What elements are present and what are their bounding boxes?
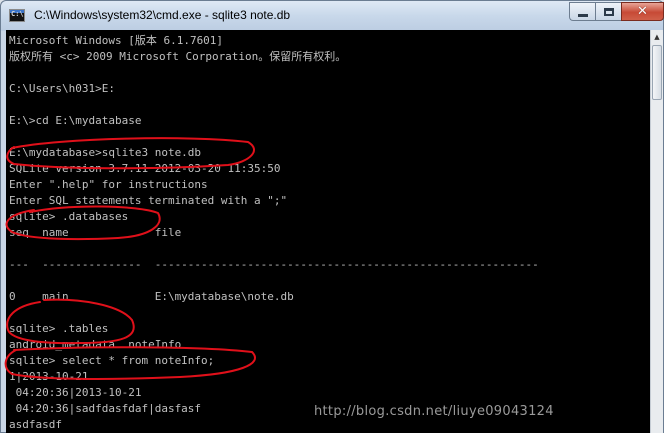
window-title: C:\Windows\system32\cmd.exe - sqlite3 no…	[34, 8, 291, 22]
watermark-text: http://blog.csdn.net/liuye09043124	[314, 404, 554, 419]
console-line: sqlite> .databases	[9, 210, 129, 223]
console-line: C:\Users\h031>E:	[9, 82, 115, 95]
console-line: android_metadata noteInfo	[9, 338, 182, 351]
console-icon-prompt: C:\	[11, 10, 24, 18]
title-bar[interactable]: C:\ C:\Windows\system32\cmd.exe - sqlite…	[1, 1, 663, 31]
scroll-up-arrow-icon[interactable]: ▲	[651, 30, 663, 44]
console-line: SQLite version 3.7.11 2012-03-20 11:35:5…	[9, 162, 281, 175]
maximize-button[interactable]	[595, 2, 621, 21]
console-line: 1|2013-10-21	[9, 370, 89, 383]
minimize-icon	[577, 13, 588, 17]
console-line: seq name file	[9, 226, 182, 239]
console-line: 0 main E:\mydatabase\note.db	[9, 290, 294, 303]
close-button[interactable]: ✕	[621, 2, 664, 21]
console-line: Enter ".help" for instructions	[9, 178, 208, 191]
console-line: sqlite> .tables	[9, 322, 109, 335]
console-line: sqlite> select * from noteInfo;	[9, 354, 215, 367]
close-icon: ✕	[637, 4, 648, 19]
console-output[interactable]: Microsoft Windows [版本 6.1.7601] 版权所有 <c> …	[6, 30, 650, 433]
console-line: 版权所有 <c> 2009 Microsoft Corporation。保留所有…	[9, 50, 347, 63]
console-line: asdfasdf	[9, 418, 62, 431]
maximize-icon	[603, 7, 614, 16]
console-line: E:\mydatabase>sqlite3 note.db	[9, 146, 202, 159]
scroll-thumb[interactable]	[652, 45, 662, 100]
console-line: Enter SQL statements terminated with a "…	[9, 194, 288, 207]
console-icon[interactable]: C:\	[9, 9, 25, 22]
console-line: E:\>cd E:\mydatabase	[9, 114, 142, 127]
console-line: 04:20:36|2013-10-21	[9, 386, 142, 399]
minimize-button[interactable]	[569, 2, 595, 21]
vertical-scrollbar[interactable]: ▲	[650, 30, 663, 433]
console-line: Microsoft Windows [版本 6.1.7601]	[9, 34, 224, 47]
console-text: Microsoft Windows [版本 6.1.7601] 版权所有 <c> …	[9, 33, 539, 433]
console-line: --- --------------- --------------------…	[9, 258, 539, 271]
